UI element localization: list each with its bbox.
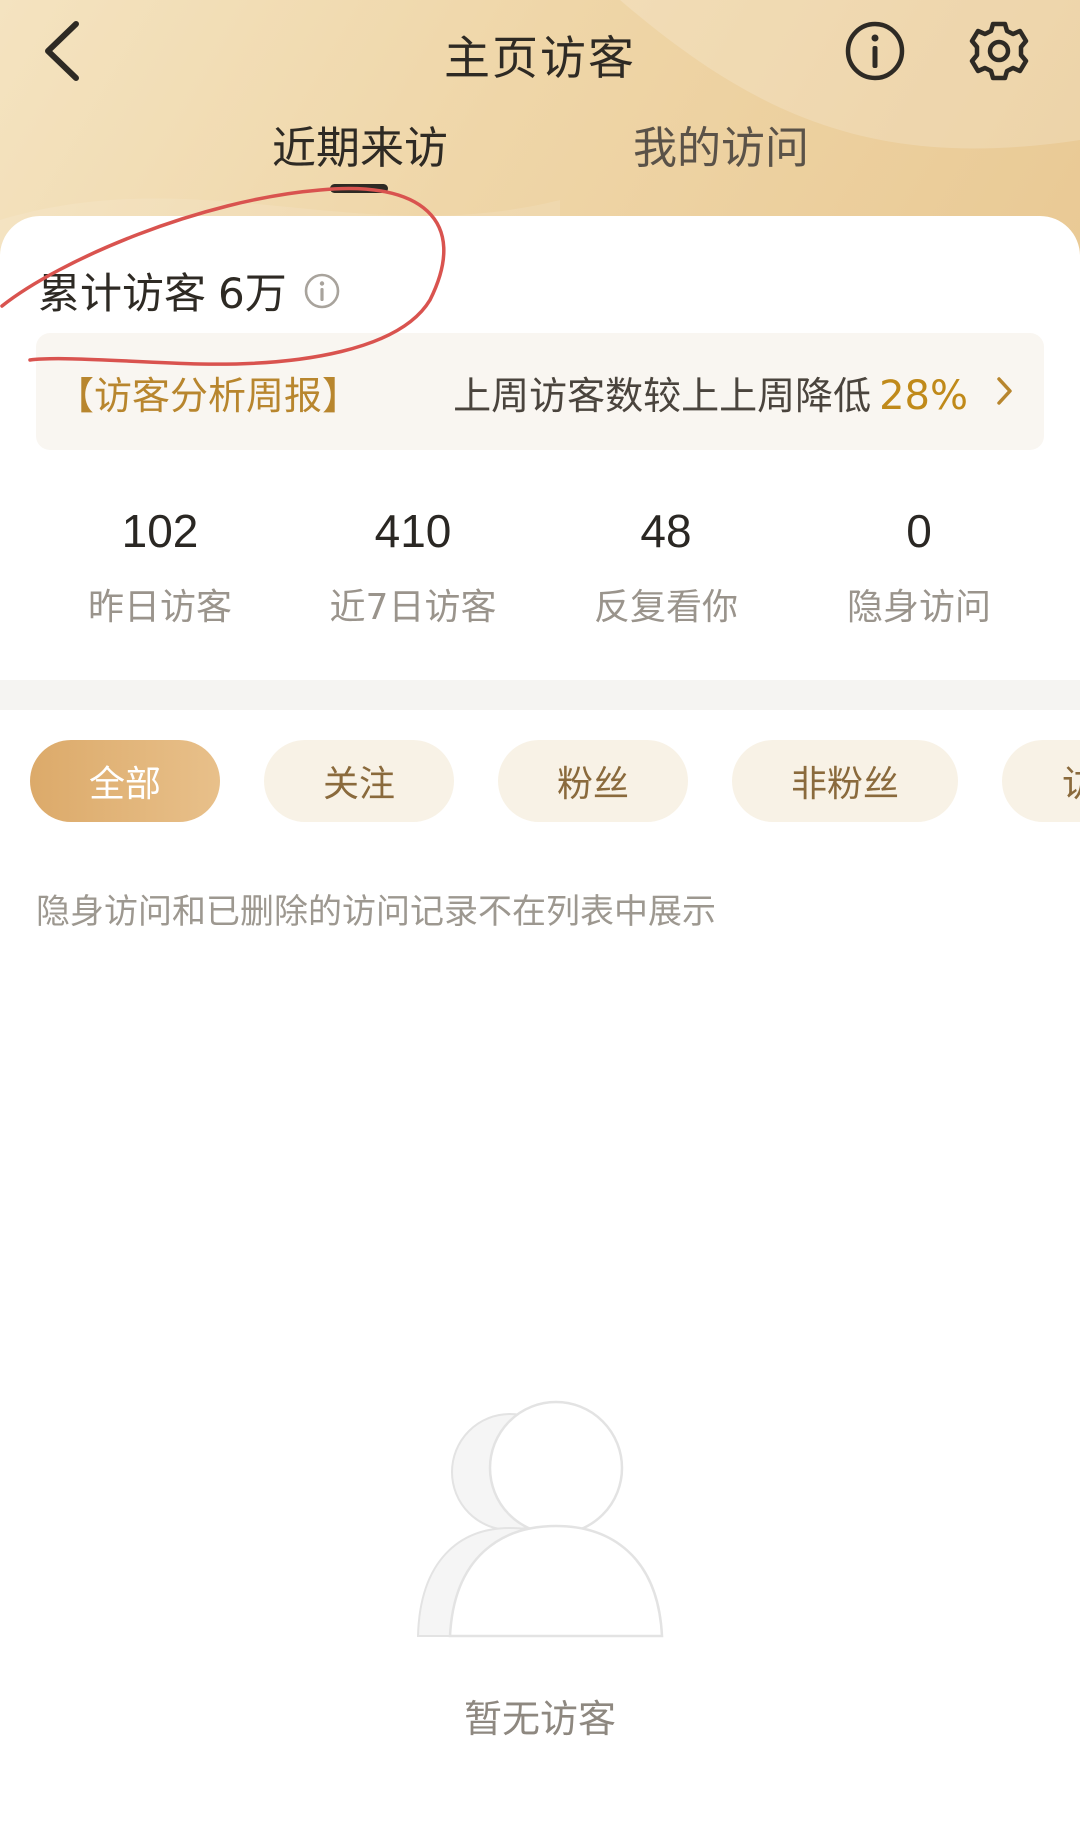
report-text: 上周访客数较上上周降低 — [453, 374, 872, 418]
tab-bar: 近期来访 我的访问 — [0, 112, 1080, 202]
users-placeholder-icon — [416, 1400, 664, 1638]
stat-label: 隐身访问 — [846, 587, 991, 628]
section-divider — [0, 680, 1080, 710]
stat-hidden-visits[interactable]: 0 隐身访问 — [789, 504, 1049, 630]
stat-value: 48 — [640, 505, 692, 557]
tab-my-visits[interactable]: 我的访问 — [633, 112, 809, 176]
empty-state-text: 暂无访客 — [463, 1697, 616, 1741]
filter-chip-partial[interactable]: 访 — [1002, 740, 1080, 822]
privacy-notice: 隐身访问和已删除的访问记录不在列表中展示 — [36, 892, 716, 932]
total-visitors-value: 6万 — [218, 269, 287, 318]
page-title: 主页访客 — [444, 31, 636, 85]
total-visitors-label: 累计访客 — [38, 269, 207, 318]
tab-recent-visits[interactable]: 近期来访 — [272, 112, 448, 176]
report-percent: 28% — [879, 373, 968, 419]
stat-yesterday[interactable]: 102 昨日访客 — [30, 504, 290, 630]
chevron-right-icon — [997, 377, 1012, 405]
stat-value: 0 — [906, 505, 932, 557]
total-visitors: 累计访客 6万 — [38, 260, 341, 321]
stat-label: 昨日访客 — [87, 587, 232, 628]
stat-value: 102 — [121, 505, 199, 557]
stat-repeat-views[interactable]: 48 反复看你 — [536, 504, 796, 630]
filter-chip-following[interactable]: 关注 — [264, 740, 454, 822]
info-circle-icon[interactable] — [303, 272, 341, 310]
summary-card: 累计访客 6万 【访客分析周报】 上周访客数较上上周降低 28% 102 昨日访客… — [0, 216, 1080, 680]
stat-label: 反复看你 — [593, 587, 738, 628]
settings-button[interactable] — [966, 18, 1032, 84]
filter-chip-non-fans[interactable]: 非粉丝 — [732, 740, 958, 822]
weekly-report-banner[interactable]: 【访客分析周报】 上周访客数较上上周降低 28% — [36, 333, 1044, 450]
gear-icon — [969, 21, 1029, 81]
report-summary: 上周访客数较上上周降低 28% — [453, 365, 968, 420]
stats-row: 102 昨日访客 410 近7日访客 48 反复看你 0 隐身访问 — [0, 504, 1080, 634]
stat-label: 近7日访客 — [329, 587, 497, 628]
tab-indicator — [330, 184, 388, 193]
filter-chips: 全部 关注 粉丝 非粉丝 访 — [0, 740, 1080, 822]
stat-last-7-days[interactable]: 410 近7日访客 — [283, 504, 543, 630]
info-button[interactable] — [844, 20, 906, 82]
filter-chip-fans[interactable]: 粉丝 — [498, 740, 688, 822]
top-bar: 主页访客 — [0, 0, 1080, 100]
filter-chip-all[interactable]: 全部 — [30, 740, 220, 822]
stat-value: 410 — [374, 505, 452, 557]
info-icon — [845, 21, 905, 81]
report-tag: 【访客分析周报】 — [56, 374, 361, 418]
